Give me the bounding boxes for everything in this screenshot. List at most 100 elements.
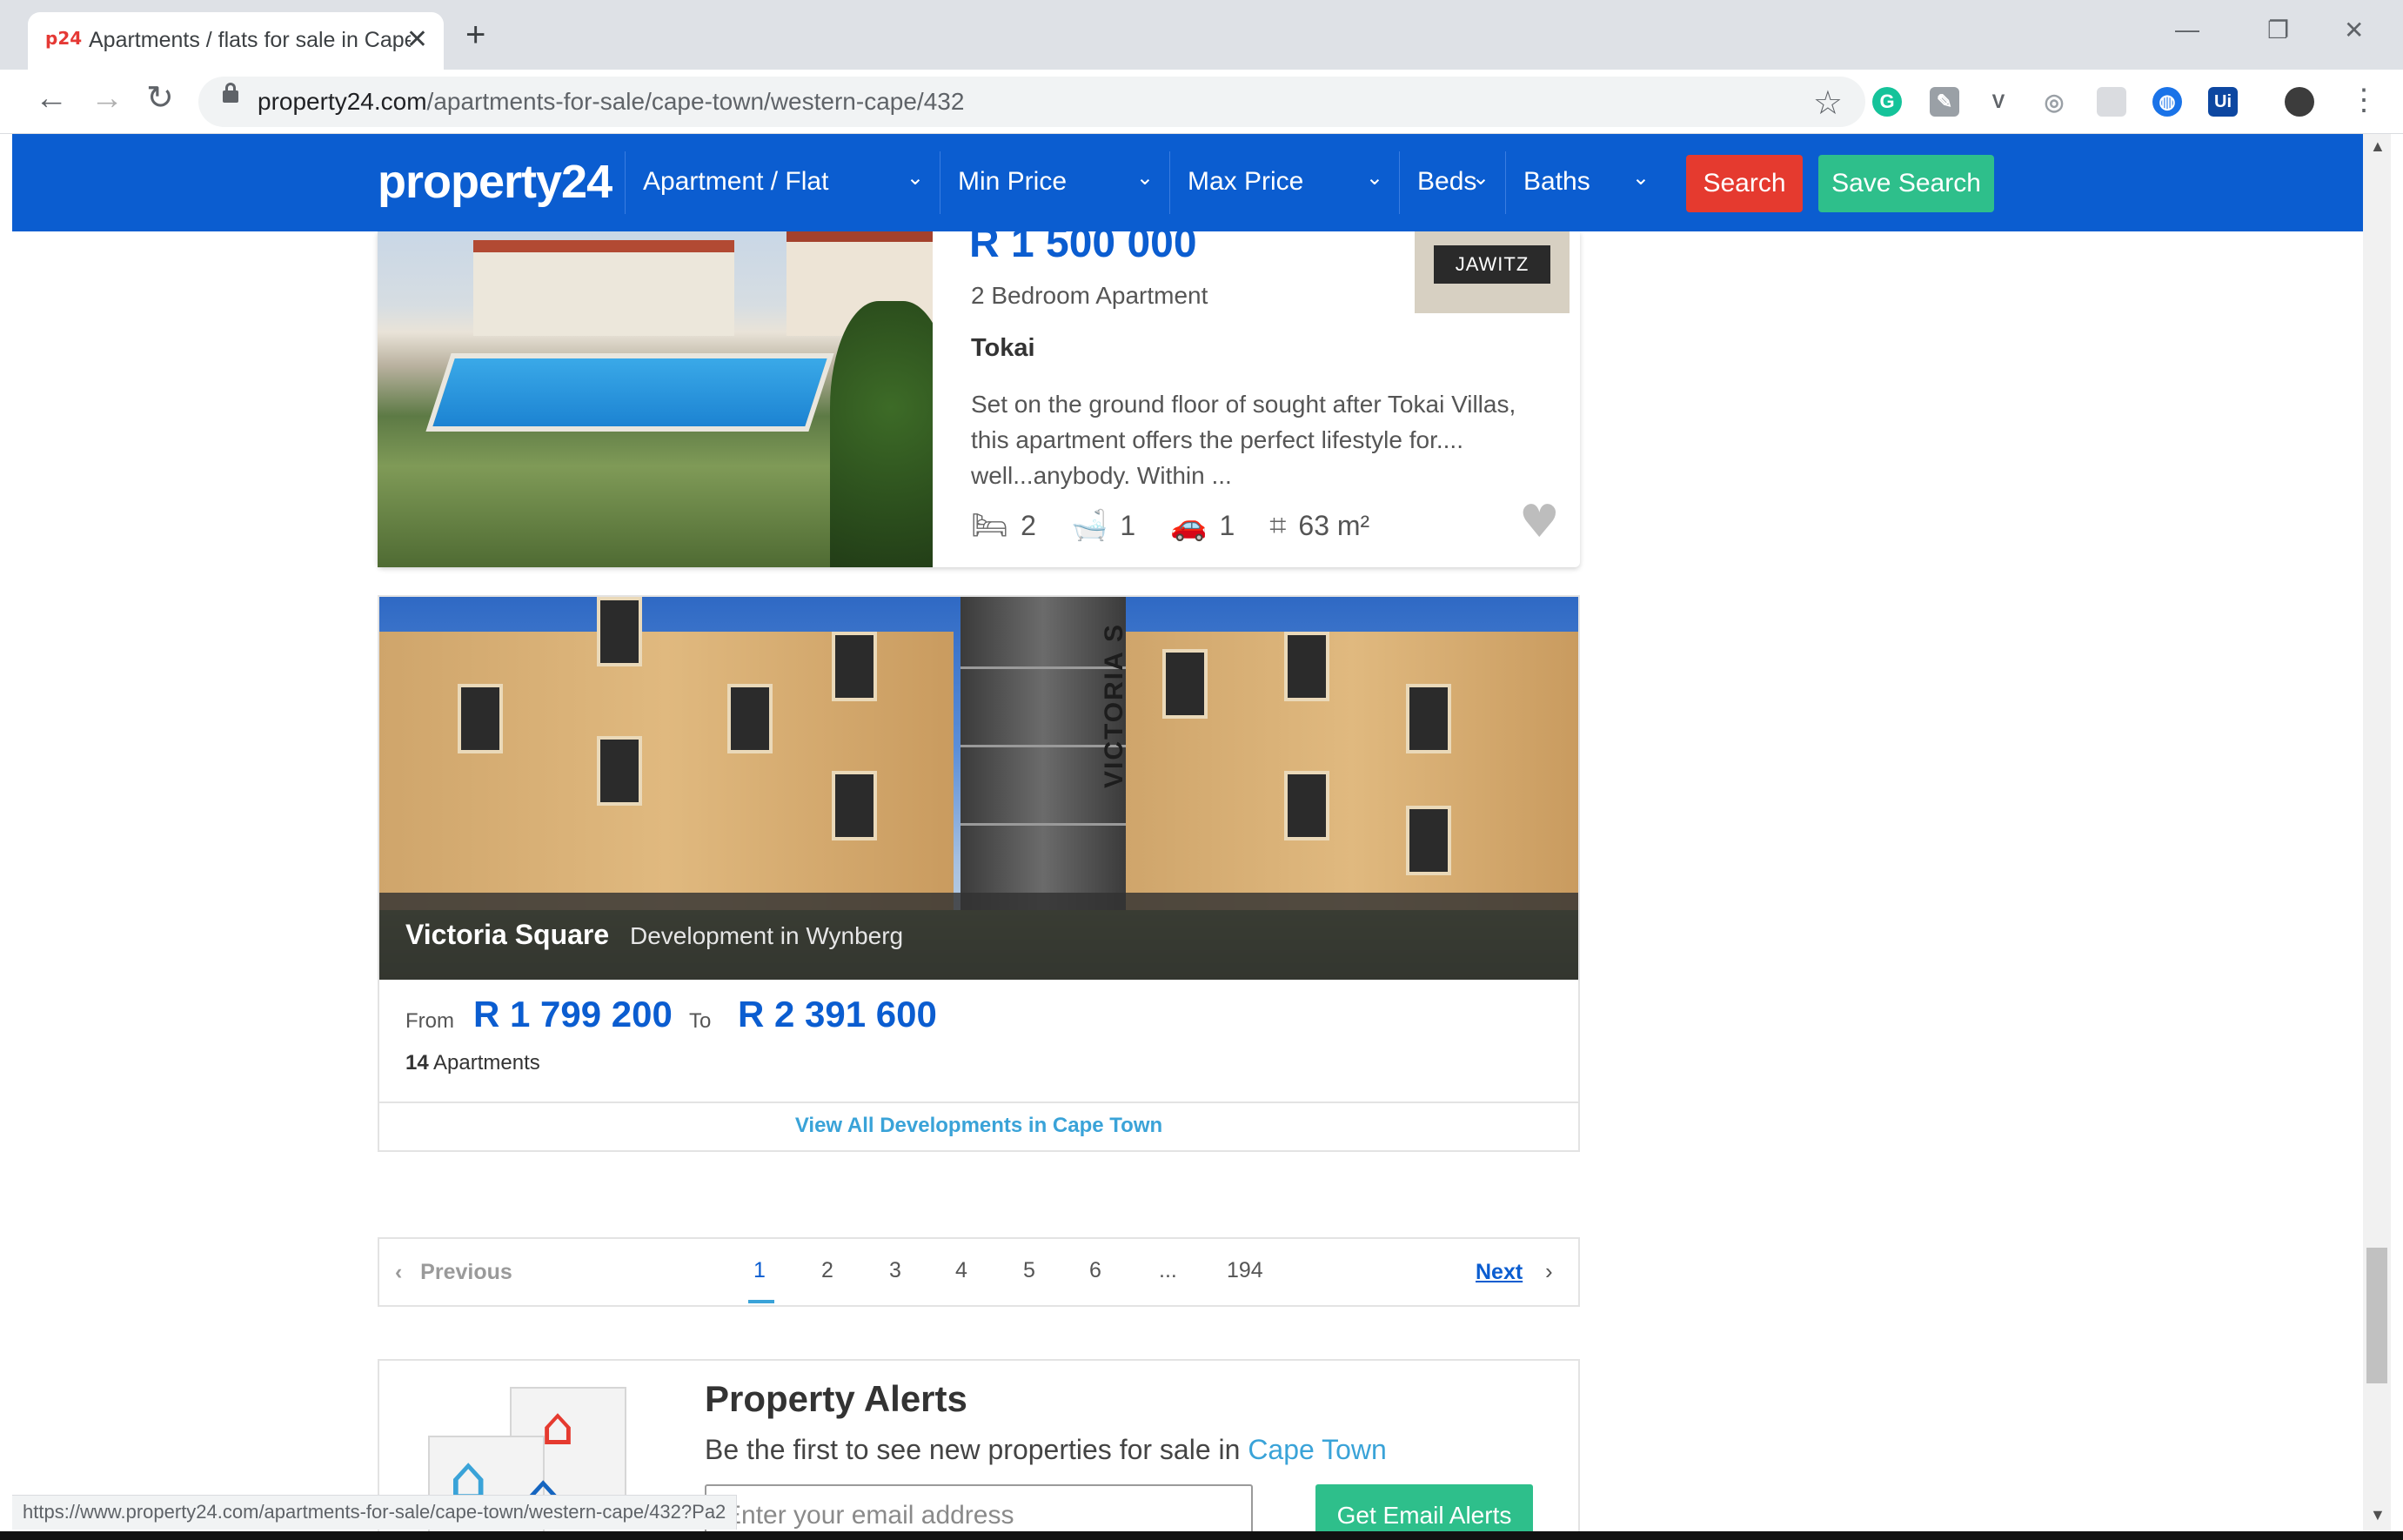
page-ellipsis: ... xyxy=(1159,1258,1177,1282)
max-price-dropdown[interactable]: Max Price ⌄ xyxy=(1169,151,1399,214)
window xyxy=(727,684,773,753)
grammarly-extension-icon[interactable]: G xyxy=(1872,87,1902,117)
development-photo[interactable]: VICTORIA S Victoria Square Development i… xyxy=(379,597,1578,980)
bathrooms-feature: 🛁 1 xyxy=(1071,508,1135,543)
window xyxy=(1284,632,1329,701)
scroll-thumb[interactable] xyxy=(2366,1248,2387,1383)
browser-toolbar: ← → ↻ property24.com/apartments-for-sale… xyxy=(0,70,2403,134)
reload-icon[interactable]: ↻ xyxy=(146,82,174,115)
window xyxy=(1406,684,1451,753)
get-email-alerts-button[interactable]: Get Email Alerts xyxy=(1315,1484,1533,1531)
page-scrollbar[interactable]: ▲ ▼ xyxy=(2363,134,2391,1531)
view-all-developments-link[interactable]: View All Developments in Cape Town xyxy=(379,1114,1578,1138)
listing-photo[interactable] xyxy=(378,231,933,567)
car-icon: 🚗 xyxy=(1170,508,1208,543)
window xyxy=(458,684,503,753)
scroll-up-arrow-icon[interactable]: ▲ xyxy=(2370,137,2386,156)
size-value: 63 m² xyxy=(1298,509,1370,541)
listing-photo-house xyxy=(473,240,734,336)
chevron-down-icon: ⌄ xyxy=(1631,166,1650,190)
baths-dropdown[interactable]: Baths ⌄ xyxy=(1505,151,1665,214)
floor-size-icon: ⌗ xyxy=(1269,508,1287,543)
uipath-extension-icon[interactable]: Ui xyxy=(2208,87,2238,117)
restore-icon[interactable]: ❐ xyxy=(2267,16,2289,44)
chevron-down-icon: ⌄ xyxy=(1471,166,1489,190)
back-icon[interactable]: ← xyxy=(35,82,68,115)
parking-feature: 🚗 1 xyxy=(1170,508,1235,543)
listing-photo-pool xyxy=(425,353,834,432)
search-button[interactable]: Search xyxy=(1686,155,1803,212)
globe-extension-icon[interactable]: ◍ xyxy=(2152,87,2182,117)
window xyxy=(1406,806,1451,875)
browser-tab[interactable]: p24 Apartments / flats for sale in Cape … xyxy=(28,12,444,70)
status-bar-url: https://www.property24.com/apartments-fo… xyxy=(12,1495,738,1530)
record-extension-icon[interactable]: ◎ xyxy=(2039,87,2069,117)
listing-card[interactable]: R 1 500 000 JAWITZ 2 Bedroom Apartment T… xyxy=(378,220,1580,567)
minimize-icon[interactable]: — xyxy=(2175,16,2199,44)
save-search-button[interactable]: Save Search xyxy=(1818,155,1994,212)
scroll-down-arrow-icon[interactable]: ▼ xyxy=(2370,1506,2386,1524)
window xyxy=(597,736,642,806)
bed-icon: 🛏 xyxy=(971,508,1009,543)
development-overlay: Victoria Square Development in Wynberg xyxy=(379,893,1578,980)
favourite-heart-icon[interactable]: ♥ xyxy=(1519,499,1560,545)
tab-title: Apartments / flats for sale in Cape Town xyxy=(89,28,411,52)
listing-suburb: Tokai xyxy=(971,334,1035,362)
listing-type: 2 Bedroom Apartment xyxy=(971,282,1208,309)
price-from: R 1 799 200 xyxy=(473,994,673,1034)
page-5-link[interactable]: 5 xyxy=(1023,1258,1035,1283)
profile-avatar[interactable] xyxy=(2285,87,2314,117)
bookmark-star-icon[interactable]: ☆ xyxy=(1813,84,1843,123)
divider xyxy=(379,1101,1578,1103)
min-price-dropdown[interactable]: Min Price ⌄ xyxy=(940,151,1169,214)
site-header: property24 Apartment / Flat ⌄ Min Price … xyxy=(12,134,2363,231)
development-location: Development in Wynberg xyxy=(630,922,904,949)
pagination: ‹ Previous 1 2 3 4 5 6 ... 194 Next › xyxy=(378,1237,1580,1307)
bathrooms-value: 1 xyxy=(1120,509,1136,541)
size-feature: ⌗ 63 m² xyxy=(1269,508,1369,543)
window xyxy=(1284,771,1329,840)
address-url[interactable]: property24.com/apartments-for-sale/cape-… xyxy=(258,88,964,116)
address-bar[interactable]: property24.com/apartments-for-sale/cape-… xyxy=(198,77,1865,127)
previous-page-button[interactable]: ‹ Previous xyxy=(395,1260,512,1285)
chevron-down-icon: ⌄ xyxy=(906,166,924,190)
development-name: Victoria Square xyxy=(405,919,610,950)
price-from-label: From xyxy=(405,1009,454,1033)
tab-close-icon[interactable]: ✕ xyxy=(406,24,428,55)
page-4-link[interactable]: 4 xyxy=(955,1258,967,1283)
listing-photo-tree xyxy=(830,301,933,567)
forward-icon[interactable]: → xyxy=(90,82,124,115)
bath-icon: 🛁 xyxy=(1070,508,1108,543)
development-unit-count: 14 Apartments xyxy=(405,1051,540,1075)
building-sign: VICTORIA S xyxy=(1100,623,1128,789)
max-price-label: Max Price xyxy=(1188,167,1304,196)
close-window-icon[interactable]: ✕ xyxy=(2344,16,2364,44)
new-tab-icon[interactable]: + xyxy=(465,17,485,52)
property24-logo[interactable]: property24 xyxy=(378,155,612,209)
parking-value: 1 xyxy=(1219,509,1235,541)
grid-extension-icon[interactable] xyxy=(2097,87,2126,117)
next-page-button[interactable]: Next xyxy=(1476,1260,1523,1285)
bedrooms-feature: 🛏 2 xyxy=(971,508,1036,543)
property-type-dropdown[interactable]: Apartment / Flat ⌄ xyxy=(625,151,940,214)
page-2-link[interactable]: 2 xyxy=(821,1258,833,1283)
min-price-label: Min Price xyxy=(958,167,1068,196)
beds-dropdown[interactable]: Beds ⌄ xyxy=(1399,151,1505,214)
agency-logo-label: JAWITZ xyxy=(1434,245,1550,284)
menu-kebab-icon[interactable]: ⋮ xyxy=(2349,85,2379,115)
page-6-link[interactable]: 6 xyxy=(1089,1258,1101,1283)
page-194-link[interactable]: 194 xyxy=(1227,1258,1263,1283)
active-page-indicator xyxy=(748,1300,774,1303)
alerts-city-link[interactable]: Cape Town xyxy=(1248,1434,1387,1465)
page-3-link[interactable]: 3 xyxy=(889,1258,901,1283)
red-house-icon: ⌂ xyxy=(541,1396,575,1457)
email-input[interactable] xyxy=(705,1484,1253,1531)
window xyxy=(832,771,877,840)
chevron-right-icon[interactable]: › xyxy=(1545,1258,1553,1285)
agency-logo[interactable]: JAWITZ xyxy=(1415,231,1570,313)
development-card[interactable]: VICTORIA S Victoria Square Development i… xyxy=(378,595,1580,1152)
vue-extension-icon[interactable]: V xyxy=(1984,87,2013,117)
eyedropper-extension-icon[interactable]: ✎ xyxy=(1930,87,1959,117)
browser-tab-strip: p24 Apartments / flats for sale in Cape … xyxy=(0,0,2403,70)
page-1-link[interactable]: 1 xyxy=(753,1258,766,1283)
